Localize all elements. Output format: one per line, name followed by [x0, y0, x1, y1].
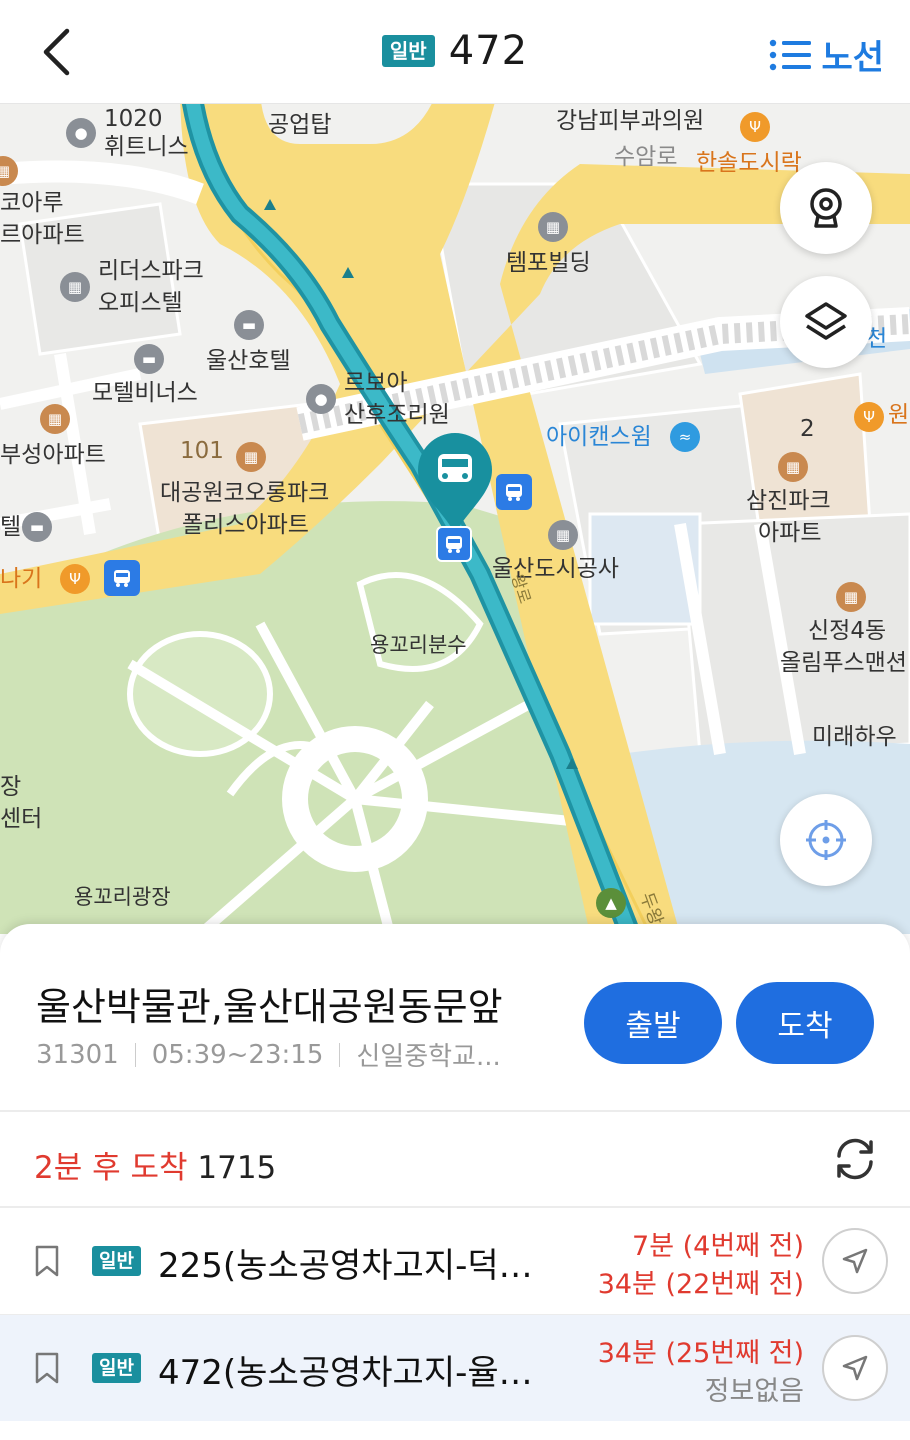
restaurant-icon[interactable]: Ψ [60, 564, 90, 594]
refresh-button[interactable] [826, 1130, 884, 1188]
bus-stop-icon[interactable] [496, 474, 532, 510]
layers-icon [805, 302, 847, 340]
refresh-icon [837, 1138, 873, 1180]
map-label-leaders-park: 리더스파크 [98, 258, 204, 284]
map-label-hansol: 한솔도시락 [696, 150, 802, 176]
map-label-won: 원 [888, 402, 910, 428]
map-label-police-apt: 폴리스아파트 [182, 512, 309, 538]
track-bus-button[interactable] [822, 1335, 888, 1401]
stop-hours: 05:39~23:15 [151, 1039, 324, 1070]
top-bar: 일반 472 노선 [0, 0, 910, 104]
map-label-fitness: 휘트니스 [104, 134, 189, 160]
restaurant-icon[interactable]: Ψ [740, 112, 770, 142]
stop-meta: 31301 05:39~23:15 신일중학교... [36, 1036, 501, 1073]
map-label-motel-venus: 모텔비너스 [92, 380, 198, 406]
bus-stop-icon[interactable] [436, 526, 472, 562]
map-label-suamro: 수암로 [614, 144, 678, 170]
meta-divider [339, 1042, 341, 1067]
bookmark-icon[interactable] [32, 1351, 62, 1385]
bus-route-title: 225(농소공영차고지-덕… [158, 1246, 533, 1286]
map-label-samjin-apt: 아파트 [758, 520, 822, 546]
stop-id: 31301 [36, 1039, 119, 1070]
list-icon [770, 39, 812, 70]
building-poi-icon[interactable]: ▦ [548, 520, 578, 550]
hotel-poi-icon[interactable]: ▬ [234, 310, 264, 340]
map-label-1020: 1020 [104, 106, 163, 132]
route-number: 472 [448, 28, 529, 74]
bus-stop-icon[interactable] [104, 560, 140, 596]
route-list-button[interactable]: 노선 [769, 30, 884, 79]
bus-eta-first: 7분 (4번째 전) [632, 1231, 804, 1262]
building-poi-icon[interactable]: ● [66, 118, 96, 148]
apartment-poi-icon[interactable]: ▦ [236, 442, 266, 472]
track-bus-button[interactable] [822, 1228, 888, 1294]
map-label-busung-apt: 부성아파트 [0, 442, 106, 468]
map-label-tempo-building: 템포빌딩 [506, 250, 591, 276]
map-label-tel: 텔 [0, 514, 22, 540]
map-label-reboa: 르보아 [344, 370, 408, 396]
building-poi-icon[interactable]: ▦ [538, 212, 568, 242]
map-label-yongkkori-plaza: 용꼬리광장 [74, 885, 171, 909]
my-location-button[interactable] [780, 794, 872, 886]
map-label-2: 2 [800, 416, 815, 442]
map-label-mirae: 미래하우 [812, 724, 897, 750]
apartment-poi-icon[interactable]: ▦ [778, 452, 808, 482]
map-label-sinjeong: 신정4동 [808, 618, 887, 644]
bus-type-badge: 일반 [92, 1246, 141, 1276]
crosshair-icon [806, 820, 846, 860]
map-view[interactable]: ● 1020 휘트니스 공업탑 강남피부과의원 Ψ 수암로 한솔도시락 ▦ 코아… [0, 104, 910, 934]
map-label-daegongwon-kolon: 대공원코오롱파크 [160, 480, 330, 506]
route-button-label: 노선 [821, 38, 884, 78]
map-label-101: 101 [180, 438, 224, 464]
map-label-jang: 장 [0, 774, 22, 800]
park-poi-icon[interactable]: ▲ [596, 888, 626, 918]
map-label-apartment: 르아파트 [0, 222, 85, 248]
map-label-postnatal: 산후조리원 [344, 402, 450, 428]
map-label-gongeoptap: 공업탑 [268, 112, 332, 138]
building-poi-icon[interactable]: ▦ [60, 272, 90, 302]
bus-route-title: 472(농소공영차고지-율… [158, 1353, 533, 1393]
bus-pin-icon[interactable] [414, 430, 496, 538]
hotel-poi-icon[interactable]: ▬ [134, 344, 164, 374]
bus-eta-first: 34분 (25번째 전) [597, 1338, 804, 1369]
hotel-poi-icon[interactable]: ▬ [22, 512, 52, 542]
bus-list-item[interactable]: 일반 225(농소공영차고지-덕… 7분 (4번째 전) 34분 (22번째 전… [0, 1208, 910, 1314]
next-arrival-text: 2분 후 도착 1715 [34, 1142, 276, 1187]
navigation-arrow-icon [842, 1248, 868, 1274]
layers-button[interactable] [780, 276, 872, 368]
meta-divider [134, 1042, 136, 1067]
cctv-button[interactable] [780, 162, 872, 254]
stop-name: 울산박물관,울산대공원동문앞 [36, 985, 503, 1029]
bus-eta-second: 34분 (22번째 전) [597, 1269, 804, 1300]
restaurant-icon[interactable]: Ψ [854, 402, 884, 432]
stop-direction: 신일중학교... [356, 1042, 501, 1072]
depart-button[interactable]: 출발 [584, 982, 722, 1064]
building-poi-icon[interactable]: ● [306, 384, 336, 414]
bookmark-icon[interactable] [32, 1244, 62, 1278]
arrival-vehicle: 1715 [197, 1150, 277, 1186]
map-label-yongkkori-fountain: 용꼬리분수 [370, 633, 467, 657]
next-arrival-row: 2분 후 도착 1715 [0, 1112, 910, 1208]
stop-info-sheet: 울산박물관,울산대공원동문앞 31301 05:39~23:15 신일중학교..… [0, 924, 910, 1440]
map-label-officetel: 오피스텔 [98, 290, 183, 316]
swimming-poi-icon[interactable]: ≈ [670, 422, 700, 452]
arrival-time: 2분 후 도착 [34, 1150, 188, 1186]
bus-type-badge: 일반 [381, 35, 435, 67]
map-label-center: 센터 [0, 806, 43, 832]
map-label-ulsan-hotel: 울산호텔 [206, 348, 291, 374]
map-label-samjin-park: 삼진파크 [746, 488, 831, 514]
bus-list-item[interactable]: 일반 472(농소공영차고지-율… 34분 (25번째 전) 정보없음 [0, 1315, 910, 1421]
navigation-arrow-icon [842, 1355, 868, 1381]
bus-type-badge: 일반 [92, 1353, 141, 1383]
map-label-gangnam-clinic: 강남피부과의원 [556, 108, 705, 134]
map-label-olympus: 올림푸스맨션 [780, 650, 907, 676]
arrive-button[interactable]: 도착 [736, 982, 874, 1064]
cctv-icon [810, 188, 842, 228]
apartment-poi-icon[interactable]: ▦ [40, 404, 70, 434]
map-label-icanswim: 아이캔스윔 [546, 424, 652, 450]
apartment-poi-icon[interactable]: ▦ [836, 582, 866, 612]
bus-eta-second: 정보없음 [704, 1376, 804, 1407]
map-label-naki: 나기 [0, 566, 43, 592]
map-label-koaru: 코아루 [0, 190, 64, 216]
